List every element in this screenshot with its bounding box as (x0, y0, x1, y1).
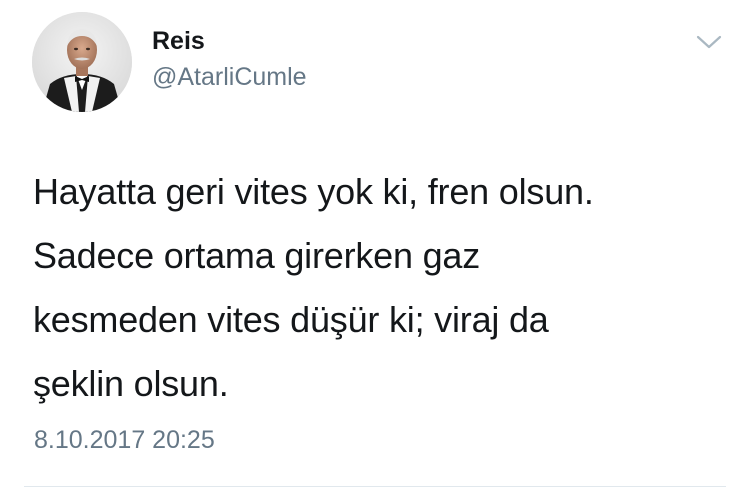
tweet-text: Hayatta geri vites yok ki, fren olsun. S… (33, 171, 594, 404)
avatar-image (32, 12, 132, 112)
avatar[interactable] (32, 12, 132, 112)
author-name[interactable]: Reis (152, 26, 205, 56)
author-handle[interactable]: @AtarliCumle (152, 62, 307, 92)
divider (24, 486, 726, 487)
tweet-card: Reis @AtarliCumle Hayatta geri vites yok… (0, 0, 750, 491)
tweet-timestamp[interactable]: 8.10.2017 20:25 (34, 425, 215, 455)
chevron-down-icon[interactable] (694, 30, 724, 54)
